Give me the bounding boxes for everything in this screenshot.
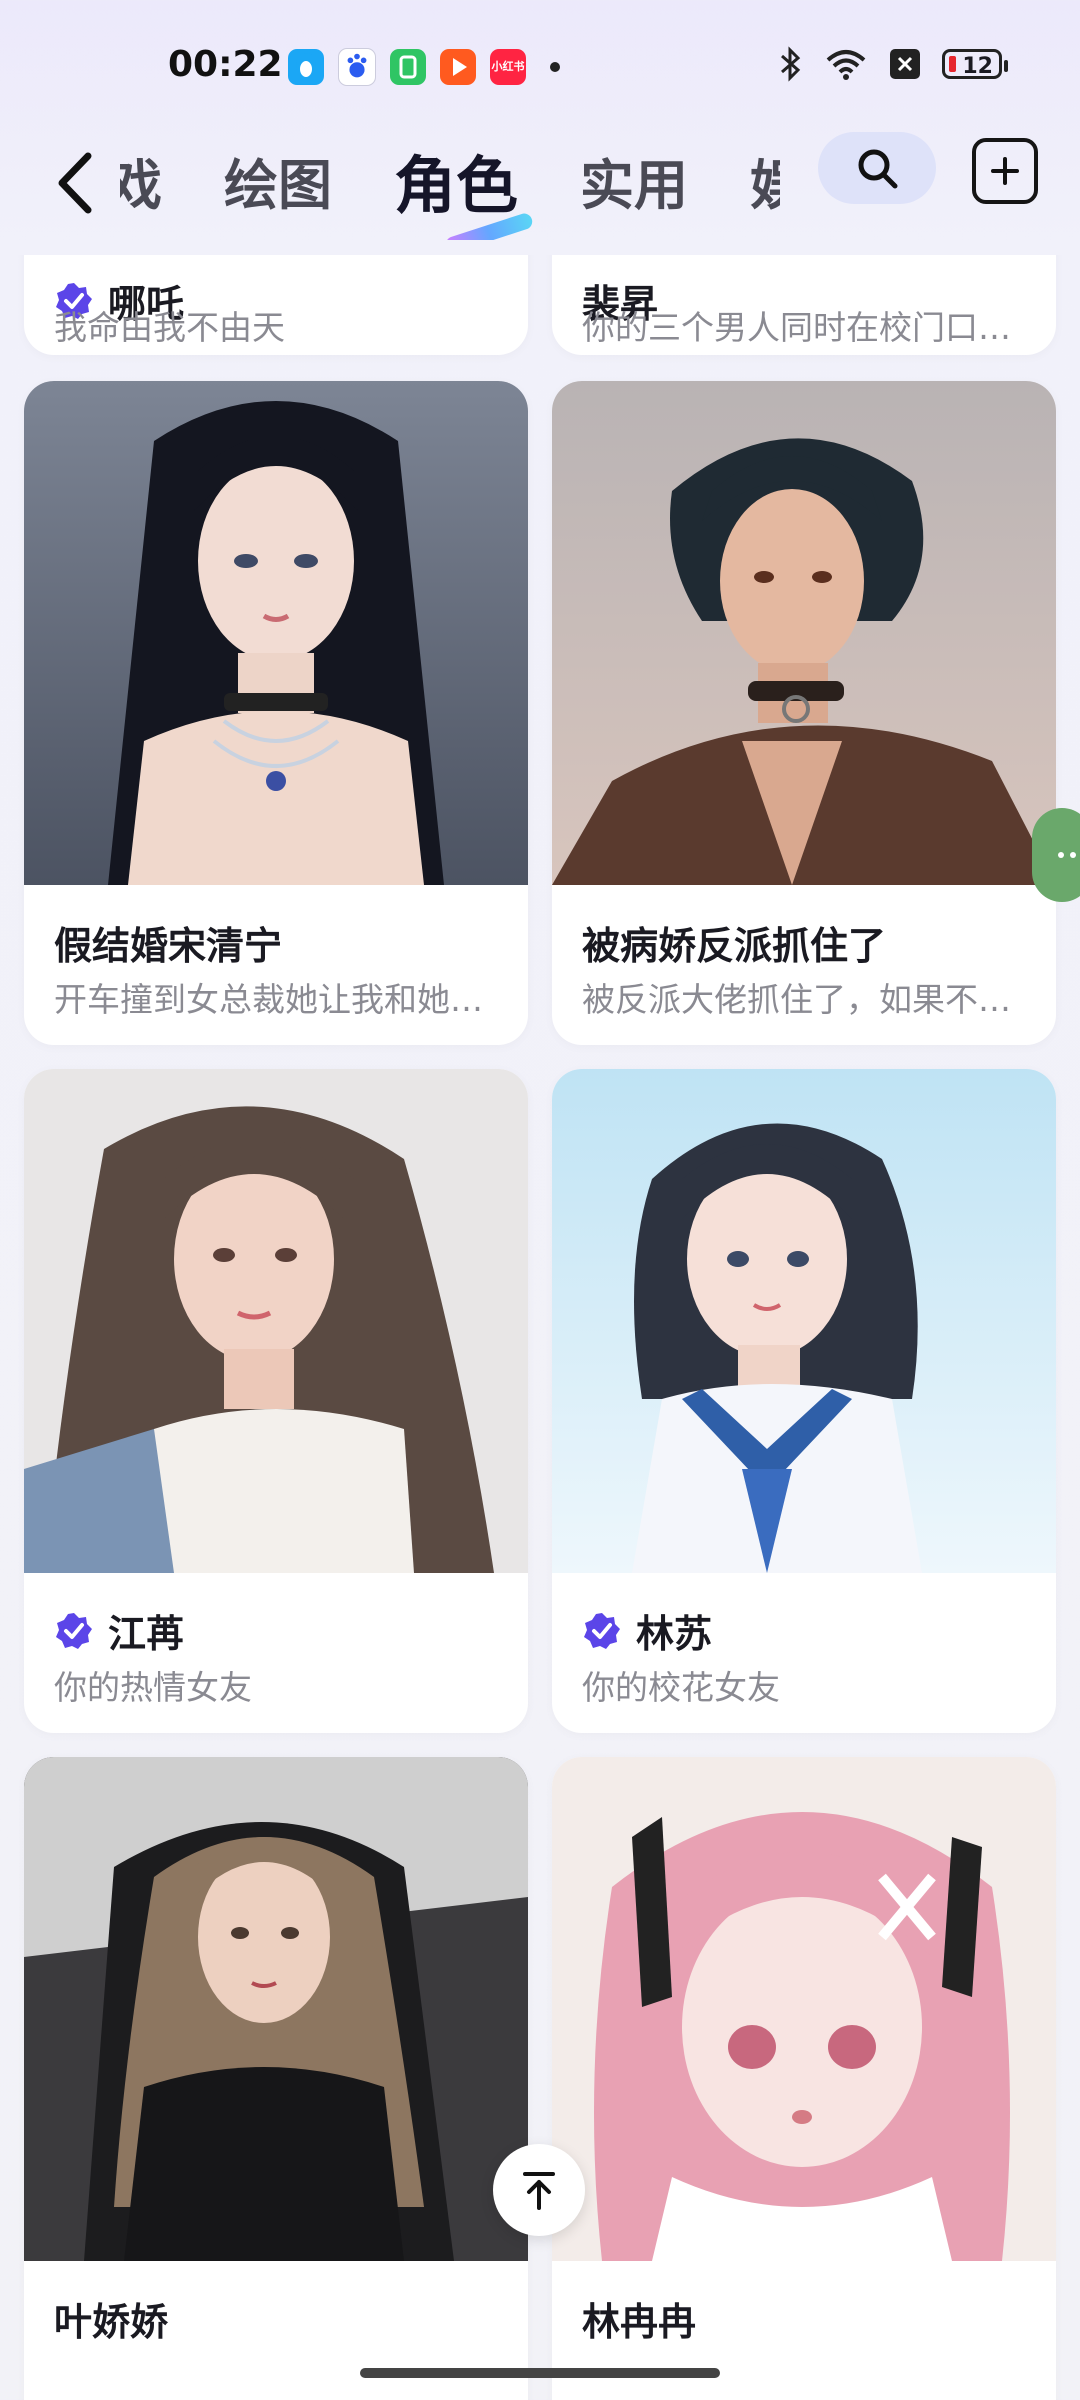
role-card[interactable]: 林苏 你的校花女友 xyxy=(552,1069,1056,1733)
role-avatar-image xyxy=(24,381,528,885)
role-card[interactable]: 江苒 你的热情女友 xyxy=(24,1069,528,1733)
role-avatar-image xyxy=(552,1069,1056,1573)
baidu-icon xyxy=(338,48,376,86)
system-status: 12 xyxy=(778,46,1008,82)
tab-roles-label: 角色 xyxy=(394,149,519,222)
role-card[interactable]: 哪吒 我命由我不由天 xyxy=(24,255,528,355)
more-notifications-dot xyxy=(550,62,560,72)
role-card[interactable]: 被病娇反派抓住了 被反派大佬抓住了，如果不… xyxy=(552,381,1056,1045)
create-role-button[interactable] xyxy=(972,138,1038,204)
battery-indicator: 12 xyxy=(942,49,1008,79)
verified-badge-icon xyxy=(56,1612,92,1649)
floating-side-handle[interactable] xyxy=(1032,808,1080,902)
role-title: 江苒 xyxy=(54,1603,184,1658)
role-title: 林冉冉 xyxy=(582,2300,697,2344)
role-avatar-image xyxy=(552,381,1056,885)
role-description: 被反派大佬抓住了，如果不… xyxy=(582,980,1011,1019)
qq-icon xyxy=(288,49,324,85)
role-description: 我命由我不由天 xyxy=(54,308,285,347)
verified-badge-icon xyxy=(584,1612,620,1649)
role-description: 你的三个男人同时在校门口… xyxy=(582,308,1011,347)
category-header: 戏 绘图 角色 实用 娱 xyxy=(0,120,1080,255)
role-card[interactable]: 叶娇娇 xyxy=(24,1757,528,2400)
wifi-icon xyxy=(826,50,866,80)
role-title: 被病娇反派抓住了 xyxy=(582,924,887,968)
role-avatar-image xyxy=(24,1757,528,2261)
back-to-top-button[interactable] xyxy=(493,2144,585,2236)
tab-entertainment[interactable]: 娱 xyxy=(750,141,780,220)
role-title: 假结婚宋清宁 xyxy=(54,924,283,968)
role-card[interactable]: 裴昇 你的三个男人同时在校门口… xyxy=(552,255,1056,355)
tab-roles[interactable]: 角色 xyxy=(394,135,535,240)
category-tabs: 戏 绘图 角色 实用 娱 xyxy=(120,120,780,240)
role-title: 叶娇娇 xyxy=(54,2300,169,2344)
sim-disabled-icon xyxy=(890,49,920,79)
role-avatar-image xyxy=(552,1757,1056,2261)
xiaohongshu-icon: 小红书 xyxy=(490,49,526,85)
back-icon[interactable] xyxy=(50,138,110,228)
search-button[interactable] xyxy=(818,132,936,204)
role-card-grid: 哪吒 我命由我不由天 裴昇 你的三个男人同时在校门口… 假结婚宋清宁 开车撞到女… xyxy=(0,255,1080,2400)
video-app-icon xyxy=(440,49,476,85)
role-card[interactable]: 假结婚宋清宁 开车撞到女总裁她让我和她… xyxy=(24,381,528,1045)
status-bar: 00:22 小红书 12 xyxy=(0,0,1080,130)
green-app-icon xyxy=(390,49,426,85)
arrow-up-icon xyxy=(523,2172,555,2210)
gesture-home-bar[interactable] xyxy=(360,2368,720,2378)
role-description: 你的校花女友 xyxy=(582,1668,780,1707)
role-card[interactable]: 林冉冉 xyxy=(552,1757,1056,2400)
notification-icons: 小红书 xyxy=(288,48,560,86)
tab-drawing[interactable]: 绘图 xyxy=(224,141,332,220)
role-avatar-image xyxy=(24,1069,528,1573)
role-title: 林苏 xyxy=(582,1603,712,1658)
plus-icon xyxy=(991,157,1019,185)
status-time: 00:22 xyxy=(168,44,283,85)
search-icon xyxy=(858,149,898,189)
role-description: 你的热情女友 xyxy=(54,1668,252,1707)
role-description: 开车撞到女总裁她让我和她… xyxy=(54,980,483,1019)
bluetooth-icon xyxy=(781,46,801,82)
tab-game[interactable]: 戏 xyxy=(120,141,162,220)
tab-practical[interactable]: 实用 xyxy=(580,141,688,220)
